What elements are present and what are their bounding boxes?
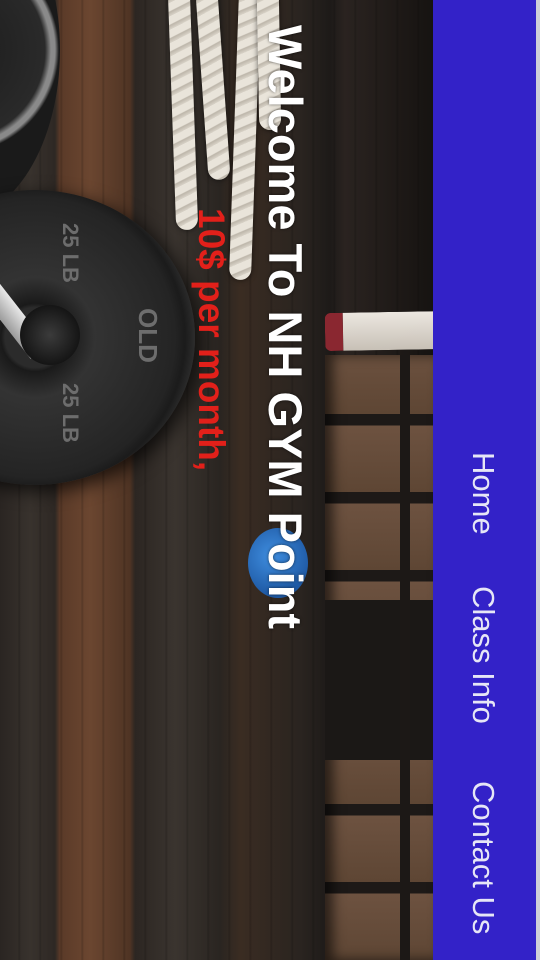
plate-marking: 25 LB [57, 383, 83, 443]
hero-title: Welcome To NH GYM Point [259, 25, 312, 630]
weight-plate-hub [20, 305, 80, 365]
page: 25 LB 25 LB OLD Welcome To NH GYM Point … [0, 0, 540, 960]
bar-handle [324, 310, 433, 352]
storage-cubby-shadow [325, 600, 433, 760]
plate-marking: 25 LB [57, 223, 83, 283]
plate-marking: OLD [132, 308, 163, 363]
nav-home-link[interactable]: Home [466, 452, 501, 535]
gym-photo-background: 25 LB 25 LB OLD [0, 0, 433, 960]
nav-contact-us-link[interactable]: Contact Us [466, 781, 501, 934]
hero-price: 10$ per month, [191, 208, 232, 472]
storage-cubby-divider [400, 355, 410, 960]
nav-class-info-link[interactable]: Class Info [466, 586, 501, 724]
nav-edge [536, 0, 540, 960]
